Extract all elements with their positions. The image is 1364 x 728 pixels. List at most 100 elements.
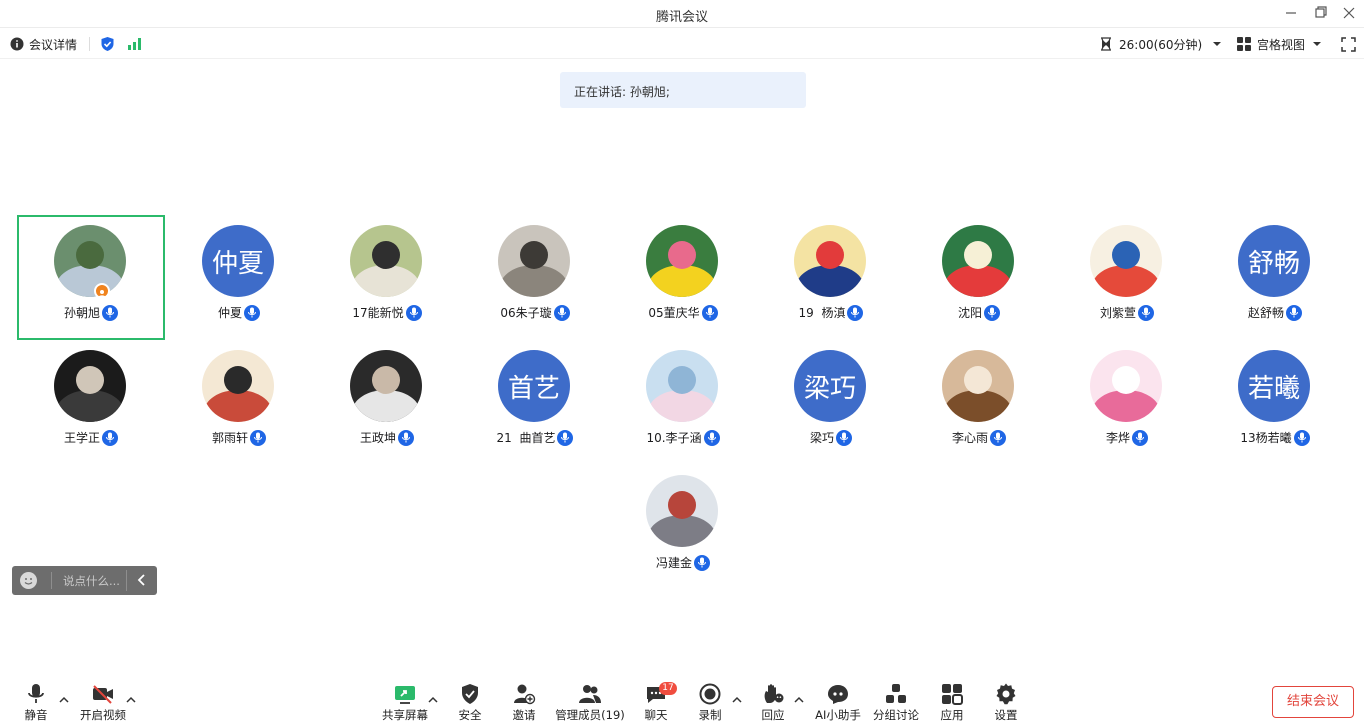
timer-label: 26:00(60分钟)	[1119, 37, 1203, 52]
chat-bar[interactable]: 说点什么...	[12, 566, 157, 595]
participant-tile[interactable]: 孙朝旭	[17, 215, 165, 340]
participant-name: 梁巧	[809, 431, 834, 445]
info-icon	[10, 37, 24, 51]
microphone-icon	[553, 304, 570, 321]
participant-name: 沈阳	[957, 306, 982, 320]
participant-tile[interactable]: 首艺 21 曲首艺	[461, 340, 609, 465]
manage-members-button[interactable]: 管理成员(19)	[549, 680, 631, 724]
reactions-label: 回应	[761, 708, 785, 722]
record-icon	[699, 683, 721, 705]
microphone-icon	[405, 304, 422, 321]
ai-assistant-icon	[828, 685, 848, 704]
breakout-rooms-icon	[886, 684, 906, 703]
participant-tile[interactable]: 李烨	[1053, 340, 1201, 465]
chevron-up-icon[interactable]	[125, 695, 137, 705]
microphone-icon	[984, 304, 1000, 321]
participant-tile[interactable]: 10.李子涵	[609, 340, 757, 465]
avatar	[646, 475, 718, 547]
participant-name: 王政坤	[359, 431, 396, 445]
breakout-button[interactable]: 分组讨论	[864, 680, 928, 724]
participant-name-row: 梁巧	[757, 429, 905, 446]
participant-tile[interactable]: 梁巧 梁巧	[757, 340, 905, 465]
microphone-icon	[1293, 429, 1310, 446]
participant-name-row: 孙朝旭	[19, 304, 163, 321]
participant-name-row: 06朱子璇	[461, 304, 609, 321]
share-screen-label: 共享屏幕	[382, 708, 428, 722]
view-mode-button[interactable]: 宫格视图	[1237, 34, 1322, 54]
meeting-details-button[interactable]: 会议详情	[10, 34, 77, 54]
participant-tile[interactable]: 王政坤	[313, 340, 461, 465]
microphone-icon	[244, 304, 260, 321]
divider	[126, 570, 127, 591]
apps-icon	[942, 684, 963, 705]
participant-name: 19 杨滇	[798, 306, 846, 320]
ai-assistant-button[interactable]: AI小助手	[806, 680, 870, 724]
timer-button[interactable]: 26:00(60分钟)	[1100, 34, 1222, 54]
microphone-icon	[102, 304, 118, 321]
end-meeting-button[interactable]: 结束会议	[1272, 686, 1354, 718]
participant-tile[interactable]: 仲夏 仲夏	[165, 215, 313, 340]
close-icon[interactable]	[1338, 4, 1360, 22]
emoji-icon[interactable]	[20, 572, 37, 589]
chevron-up-icon[interactable]	[793, 695, 805, 705]
minimize-icon[interactable]	[1280, 4, 1302, 22]
manage-members-label: 管理成员(19)	[555, 708, 625, 722]
participant-name-row: 刘紫萱	[1053, 304, 1201, 321]
participant-tile[interactable]: 郭雨轩	[165, 340, 313, 465]
participant-tile[interactable]: 若曦 13杨若曦	[1201, 340, 1349, 465]
participant-tile[interactable]: 刘紫萱	[1053, 215, 1201, 340]
avatar	[350, 350, 422, 422]
settings-button[interactable]: 设置	[974, 680, 1038, 724]
participant-name-row: 21 曲首艺	[461, 429, 609, 446]
participant-name-row: 10.李子涵	[609, 429, 757, 446]
meeting-toolbar: 会议详情 26:00(60分钟) 宫格视图	[0, 29, 1364, 59]
speaking-indicator: 正在讲话: 孙朝旭;	[560, 72, 806, 108]
microphone-icon	[701, 304, 718, 321]
participant-tile[interactable]: 王学正	[17, 340, 165, 465]
participant-tile[interactable]: 舒畅 赵舒畅	[1201, 215, 1349, 340]
avatar: 若曦	[1238, 350, 1310, 422]
avatar	[54, 350, 126, 422]
participant-tile[interactable]: 19 杨滇	[757, 215, 905, 340]
avatar	[942, 350, 1014, 422]
share-screen-icon	[395, 686, 415, 704]
chevron-down-icon	[1313, 42, 1322, 46]
invite-button[interactable]: 邀请	[492, 680, 556, 724]
microphone-icon	[557, 429, 574, 446]
participant-tile[interactable]: 冯建金	[609, 465, 757, 590]
microphone-icon	[703, 429, 720, 446]
hourglass-icon	[1101, 37, 1111, 51]
participant-tile[interactable]: 沈阳	[905, 215, 1053, 340]
chevron-left-icon[interactable]	[134, 571, 150, 589]
restore-icon[interactable]	[1310, 4, 1332, 22]
participant-name: 孙朝旭	[63, 306, 100, 320]
participant-tile[interactable]: 05董庆华	[609, 215, 757, 340]
view-mode-label: 宫格视图	[1257, 37, 1306, 52]
participant-tile[interactable]: 17能新悦	[313, 215, 461, 340]
participant-name: 17能新悦	[352, 306, 404, 320]
chat-input[interactable]: 说点什么...	[63, 573, 120, 589]
participant-tile[interactable]: 李心雨	[905, 340, 1053, 465]
avatar	[646, 350, 718, 422]
microphone-icon	[990, 429, 1006, 446]
network-signal-icon[interactable]	[127, 34, 142, 54]
shield-icon	[462, 684, 478, 704]
breakout-label: 分组讨论	[873, 708, 919, 722]
raise-hand-icon	[764, 684, 784, 703]
participant-name-row: 冯建金	[609, 554, 757, 571]
avatar	[54, 225, 126, 297]
record-label: 录制	[698, 708, 722, 722]
security-shield-icon[interactable]	[100, 34, 115, 54]
participant-name-row: 李心雨	[905, 429, 1053, 446]
participant-name-row: 13杨若曦	[1201, 429, 1349, 446]
fullscreen-icon[interactable]	[1341, 34, 1356, 54]
participant-name: 李心雨	[951, 431, 988, 445]
microphone-icon	[1286, 304, 1302, 321]
gear-icon	[996, 683, 1016, 705]
participant-tile[interactable]: 06朱子璇	[461, 215, 609, 340]
chevron-up-icon[interactable]	[58, 695, 70, 705]
microphone-icon	[847, 304, 864, 321]
participant-name-row: 李烨	[1053, 429, 1201, 446]
participant-name: 06朱子璇	[500, 306, 552, 320]
window-title: 腾讯会议	[655, 10, 708, 25]
